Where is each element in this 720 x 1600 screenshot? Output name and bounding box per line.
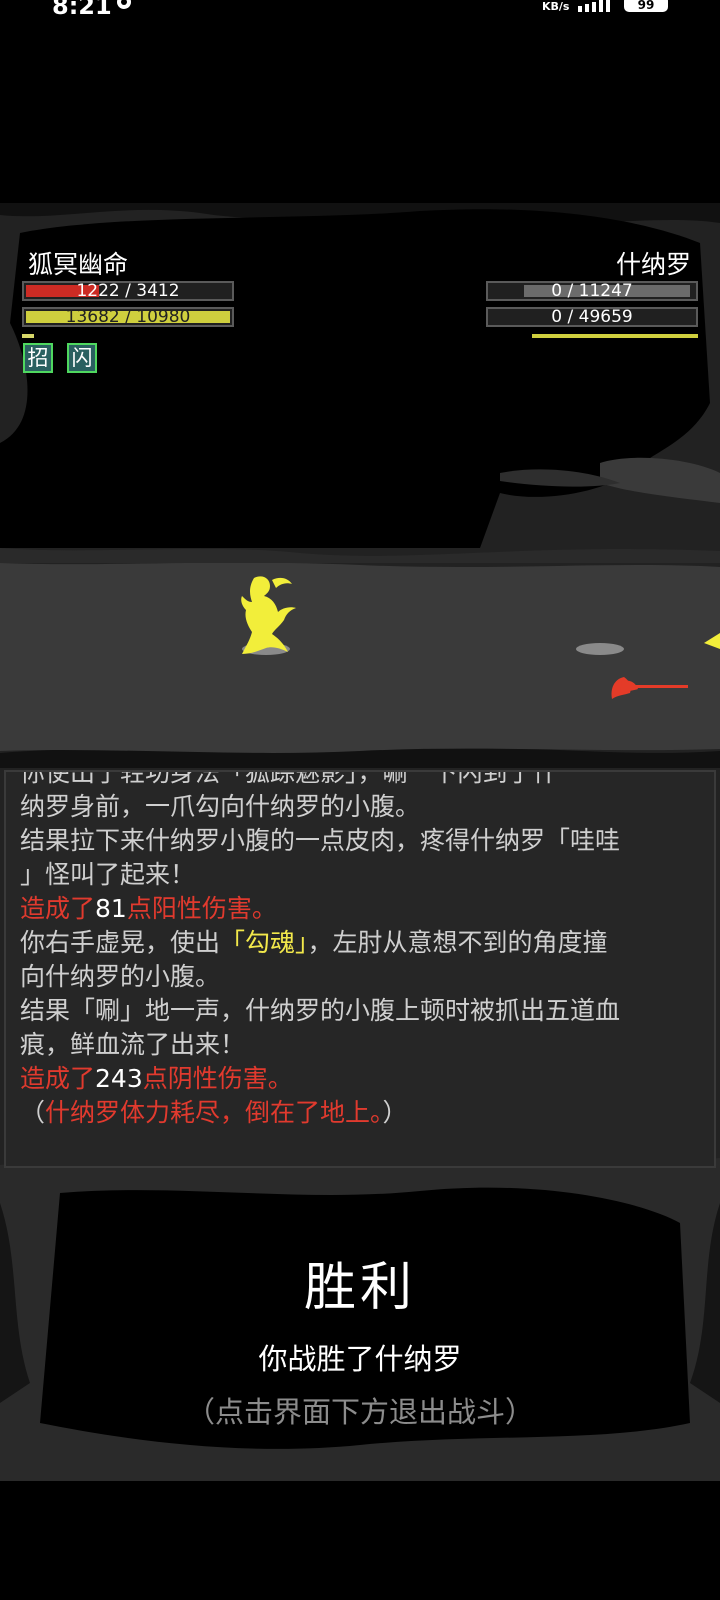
player-name: 狐冥幽命 bbox=[28, 250, 129, 279]
log-line: 向什纳罗的小腹。 bbox=[20, 962, 221, 991]
player-mp-text: 13682 / 10980 bbox=[65, 307, 191, 327]
log-skill-name: 「勾魂」 bbox=[220, 928, 308, 957]
log-line: 」怪叫了起来！ bbox=[20, 860, 196, 889]
log-line: 纳罗身前，一爪勾向什纳罗的小腹。 bbox=[20, 792, 421, 821]
enemy-hp-bar: 0 / 11247 bbox=[486, 281, 698, 301]
combat-log[interactable]: 你使出了轻功身法「狐踪魅影」，唰一下闪到了什 纳罗身前，一爪勾向什纳罗的小腹。 … bbox=[4, 770, 716, 1168]
exit-hint[interactable]: （点击界面下方退出战斗） bbox=[0, 1389, 720, 1431]
combat-log-content: 你使出了轻功身法「狐踪魅影」，唰一下闪到了什 纳罗身前，一爪勾向什纳罗的小腹。 … bbox=[20, 770, 700, 1130]
signal-icon bbox=[578, 0, 610, 12]
log-text: ，左肘从意想不到的角度撞 bbox=[307, 928, 608, 957]
log-damage-suffix: 点阴性伤害。 bbox=[142, 1064, 293, 1093]
skill-button-zhao[interactable]: 招 bbox=[23, 343, 53, 373]
log-line: 你使出了轻功身法「狐踪魅影」，唰一下闪到了什 bbox=[20, 770, 558, 787]
enemy-hp-text: 0 / 11247 bbox=[551, 281, 633, 301]
enemy-shadow bbox=[576, 643, 624, 655]
battery-icon: 99 bbox=[624, 0, 668, 12]
enemy-name: 什纳罗 bbox=[615, 250, 691, 279]
net-speed: KB/s bbox=[542, 0, 570, 13]
player-figure-icon bbox=[241, 576, 296, 654]
log-paren-close: ） bbox=[382, 1098, 408, 1127]
skill-button-shan[interactable]: 闪 bbox=[67, 343, 97, 373]
log-line: 结果「唰」地一声，什纳罗的小腹上顿时被抓出五道血 bbox=[20, 996, 621, 1025]
enemy-weapon-icon bbox=[611, 677, 688, 699]
player-hp-text: 1222 / 3412 bbox=[76, 281, 180, 301]
log-damage-prefix: 造成了 bbox=[20, 894, 96, 923]
player-charge-bar bbox=[22, 334, 34, 338]
battle-ground bbox=[0, 563, 720, 753]
log-damage-line: 造成了243点阴性伤害。 bbox=[20, 1062, 700, 1096]
more-dots: ··· bbox=[148, 0, 166, 7]
log-text: 你右手虚晃，使出 bbox=[20, 928, 221, 957]
enemy-charge-bar bbox=[532, 334, 698, 338]
log-paren-open: （ bbox=[20, 1098, 46, 1127]
log-end-line: （什纳罗体力耗尽，倒在了地上。） bbox=[20, 1096, 700, 1130]
status-bar: 8:21 ··· KB/s 99 bbox=[0, 0, 720, 20]
log-line: 你右手虚晃，使出「勾魂」，左肘从意想不到的角度撞 bbox=[20, 926, 700, 960]
player-hp-bar: 1222 / 3412 bbox=[22, 281, 234, 301]
player-mp-bar: 13682 / 10980 bbox=[22, 307, 234, 327]
log-damage-suffix: 点阳性伤害。 bbox=[126, 894, 277, 923]
log-damage-value: 81 bbox=[95, 894, 127, 923]
victory-subtitle: 你战胜了什纳罗 bbox=[258, 1342, 462, 1376]
enemy-mp-text: 0 / 49659 bbox=[551, 307, 633, 327]
log-line: 结果拉下来什纳罗小腹的一点皮肉，疼得什纳罗「哇哇 bbox=[20, 826, 621, 855]
settings-icon bbox=[117, 0, 131, 9]
enemy-mp-bar: 0 / 49659 bbox=[486, 307, 698, 327]
log-damage-prefix: 造成了 bbox=[20, 1064, 96, 1093]
log-defeat-text: 什纳罗体力耗尽，倒在了地上。 bbox=[45, 1098, 383, 1127]
log-damage-line: 造成了81点阳性伤害。 bbox=[20, 892, 700, 926]
log-line: 痕，鲜血流了出来！ bbox=[20, 1030, 246, 1059]
log-damage-value: 243 bbox=[95, 1064, 143, 1093]
status-time: 8:21 bbox=[52, 0, 112, 20]
victory-title: 胜利 bbox=[303, 1258, 416, 1318]
